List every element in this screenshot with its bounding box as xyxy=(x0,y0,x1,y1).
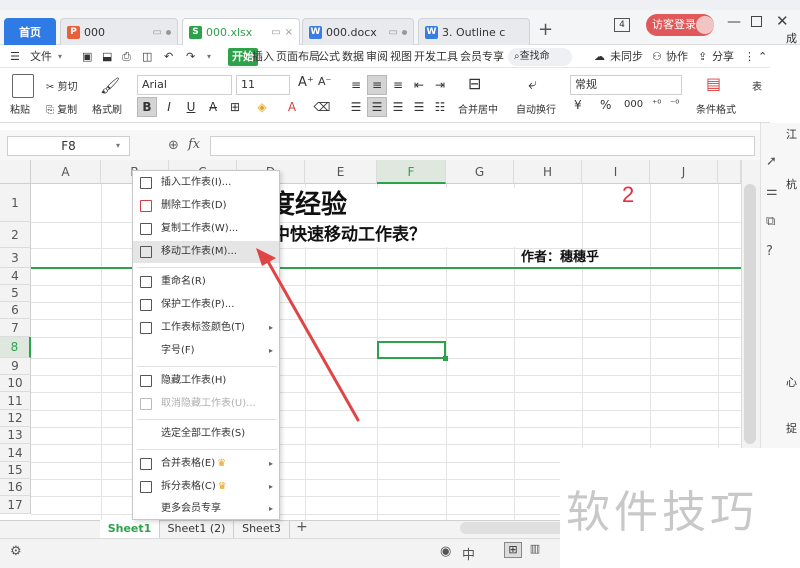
watermark-text: 软件技巧 xyxy=(566,487,758,538)
